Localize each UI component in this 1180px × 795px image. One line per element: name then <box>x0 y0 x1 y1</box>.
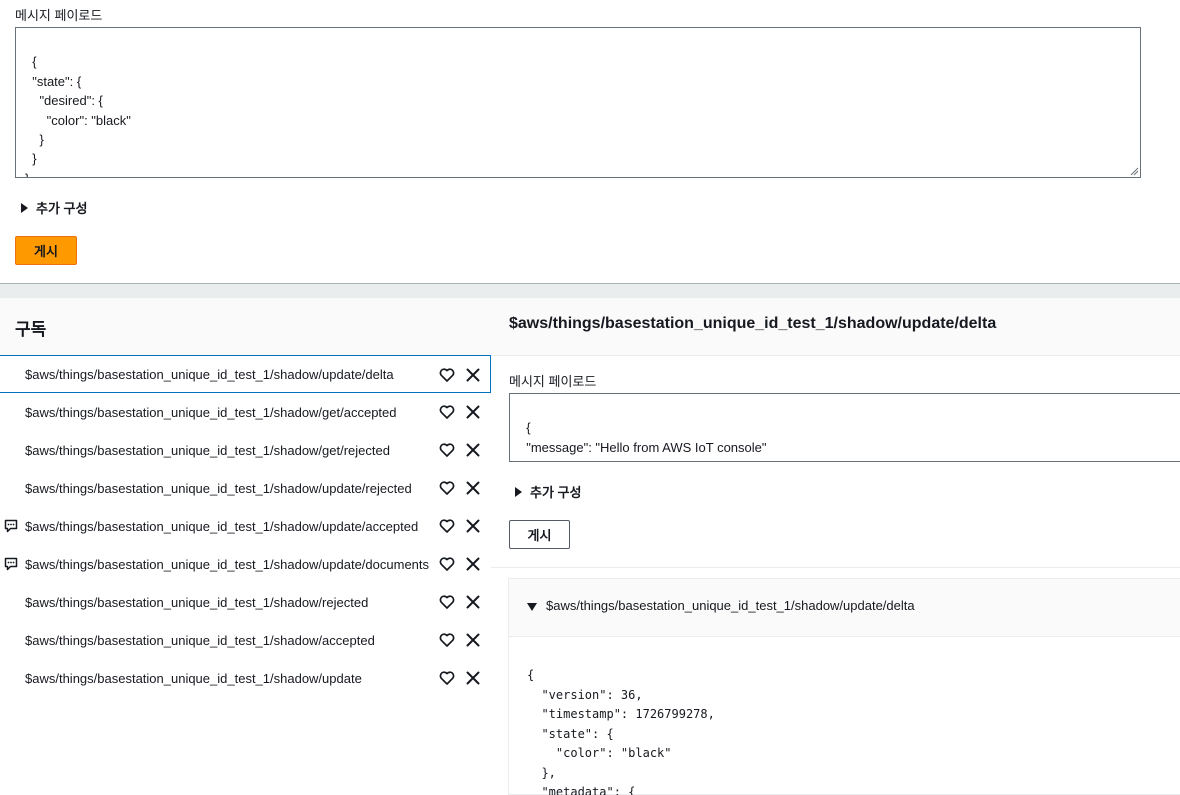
close-icon[interactable] <box>465 480 481 496</box>
favorite-heart-icon[interactable] <box>439 556 455 572</box>
topic-row[interactable]: $aws/things/basestation_unique_id_test_1… <box>0 621 491 659</box>
topic-name: $aws/things/basestation_unique_id_test_1… <box>25 480 412 496</box>
caret-right-icon <box>21 202 28 213</box>
subscriptions-title: 구독 <box>15 320 47 339</box>
close-icon[interactable] <box>465 518 481 534</box>
close-icon[interactable] <box>465 556 481 572</box>
additional-config-expander[interactable]: 추가 구성 <box>21 198 87 217</box>
detail-payload-label: 메시지 페이로드 <box>509 374 597 389</box>
favorite-heart-icon[interactable] <box>439 367 455 383</box>
topic-row[interactable]: $aws/things/basestation_unique_id_test_1… <box>0 583 491 621</box>
caret-right-icon <box>515 486 522 497</box>
payload-label: 메시지 페이로드 <box>15 8 103 23</box>
topic-row[interactable]: $aws/things/basestation_unique_id_test_1… <box>0 355 491 393</box>
publish-button[interactable]: 게시 <box>15 236 77 265</box>
topic-name: $aws/things/basestation_unique_id_test_1… <box>25 556 430 572</box>
message-topic: $aws/things/basestation_unique_id_test_1… <box>546 598 915 613</box>
favorite-heart-icon[interactable] <box>439 670 455 686</box>
close-icon[interactable] <box>465 594 481 610</box>
topic-row[interactable]: $aws/things/basestation_unique_id_test_1… <box>0 469 491 507</box>
payload-textarea[interactable]: { "state": { "desired": { "color": "blac… <box>15 27 1141 178</box>
topic-row[interactable]: $aws/things/basestation_unique_id_test_1… <box>0 507 491 545</box>
message-card: $aws/things/basestation_unique_id_test_1… <box>508 578 1180 795</box>
topic-name: $aws/things/basestation_unique_id_test_1… <box>25 366 394 382</box>
section-divider <box>0 283 1180 298</box>
new-message-icon <box>4 557 18 571</box>
close-icon[interactable] <box>465 632 481 648</box>
resize-grip-icon[interactable] <box>1129 166 1139 176</box>
favorite-heart-icon[interactable] <box>439 518 455 534</box>
detail-publish-button[interactable]: 게시 <box>509 520 570 549</box>
favorite-heart-icon[interactable] <box>439 404 455 420</box>
favorite-heart-icon[interactable] <box>439 594 455 610</box>
topic-name: $aws/things/basestation_unique_id_test_1… <box>25 442 390 458</box>
topic-list: $aws/things/basestation_unique_id_test_1… <box>0 355 491 697</box>
topic-row[interactable]: $aws/things/basestation_unique_id_test_1… <box>0 545 491 583</box>
topic-name: $aws/things/basestation_unique_id_test_1… <box>25 404 397 420</box>
favorite-heart-icon[interactable] <box>439 442 455 458</box>
topic-row[interactable]: $aws/things/basestation_unique_id_test_1… <box>0 393 491 431</box>
topic-name: $aws/things/basestation_unique_id_test_1… <box>25 670 362 686</box>
payload-text: { "state": { "desired": { "color": "blac… <box>25 54 131 177</box>
message-card-header[interactable]: $aws/things/basestation_unique_id_test_1… <box>509 579 1180 637</box>
detail-additional-config-expander[interactable]: 추가 구성 <box>515 482 581 501</box>
detail-payload-textarea[interactable]: { "message": "Hello from AWS IoT console… <box>509 393 1180 462</box>
message-body: { "version": 36, "timestamp": 1726799278… <box>527 668 715 795</box>
close-icon[interactable] <box>465 442 481 458</box>
close-icon[interactable] <box>465 404 481 420</box>
topic-name: $aws/things/basestation_unique_id_test_1… <box>25 632 375 648</box>
topic-row[interactable]: $aws/things/basestation_unique_id_test_1… <box>0 431 491 469</box>
selected-topic-title: $aws/things/basestation_unique_id_test_1… <box>509 315 997 332</box>
topic-name: $aws/things/basestation_unique_id_test_1… <box>25 518 419 534</box>
close-icon[interactable] <box>465 670 481 686</box>
new-message-icon <box>4 519 18 533</box>
detail-payload-text: { "message": "Hello from AWS IoT console… <box>519 420 767 461</box>
topic-name: $aws/things/basestation_unique_id_test_1… <box>25 594 369 610</box>
topic-row[interactable]: $aws/things/basestation_unique_id_test_1… <box>0 659 491 697</box>
caret-down-icon[interactable] <box>527 603 537 611</box>
favorite-heart-icon[interactable] <box>439 632 455 648</box>
detail-additional-config-label: 추가 구성 <box>530 485 582 500</box>
favorite-heart-icon[interactable] <box>439 480 455 496</box>
additional-config-label: 추가 구성 <box>36 201 88 216</box>
close-icon[interactable] <box>465 367 481 383</box>
detail-separator <box>491 567 1180 568</box>
